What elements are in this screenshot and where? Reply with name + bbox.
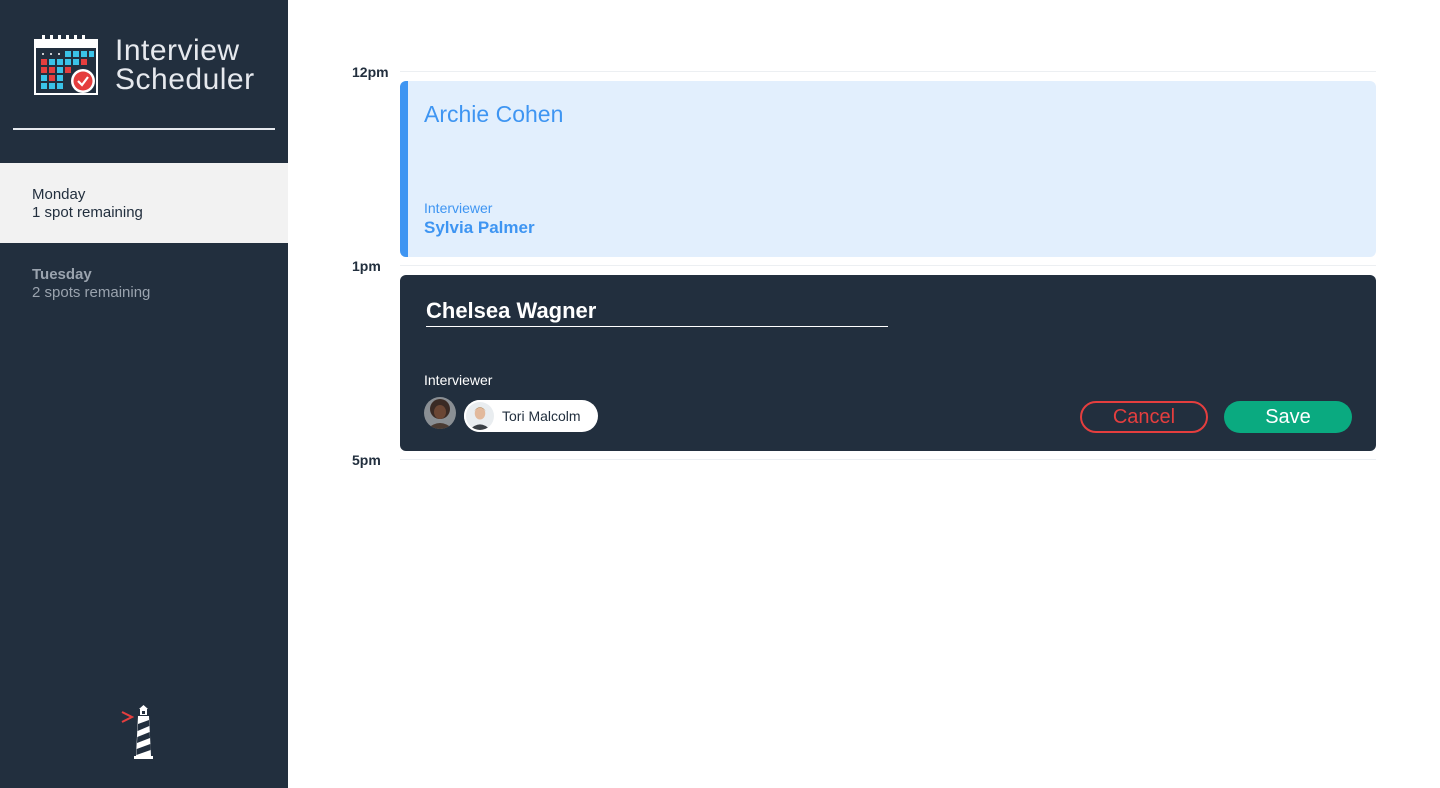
day-spots: 1 spot remaining <box>32 204 143 221</box>
appointment-accent-bar <box>400 81 408 257</box>
time-label-5pm: 5pm <box>352 452 381 468</box>
day-item-tuesday[interactable]: Tuesday 2 spots remaining <box>0 243 288 323</box>
app-title-line1: Interview <box>115 34 240 67</box>
avatar <box>424 397 456 429</box>
schedule: 12pm Archie Cohen Interviewer Sylvia Pal… <box>288 0 1440 788</box>
interviewer-list: Tori Malcolm <box>424 397 598 434</box>
save-button[interactable]: Save <box>1224 401 1352 433</box>
app-title: Interview Scheduler <box>115 34 255 96</box>
day-name: Monday <box>32 186 86 203</box>
avatar <box>464 399 496 432</box>
sidebar: Interview Scheduler Monday 1 spot remain… <box>0 0 288 788</box>
interviewer-label: Interviewer <box>424 200 493 216</box>
appointment-form: Interviewer <box>400 275 1376 451</box>
student-name: Archie Cohen <box>424 101 564 127</box>
time-divider <box>400 459 1376 460</box>
lighthouse-logo-icon <box>121 705 153 759</box>
cancel-button[interactable]: Cancel <box>1080 401 1208 433</box>
time-label-12pm: 12pm <box>352 64 389 80</box>
interviewer-name: Sylvia Palmer <box>424 218 535 237</box>
interviewer-option-selected[interactable]: Tori Malcolm <box>464 399 598 432</box>
brand: Interview Scheduler <box>33 34 255 96</box>
sidebar-divider <box>13 128 275 130</box>
day-name: Tuesday <box>32 266 92 283</box>
time-divider <box>400 71 1376 72</box>
time-divider <box>400 265 1376 266</box>
calendar-check-icon <box>34 35 98 95</box>
interviewer-option-name: Tori Malcolm <box>502 407 581 424</box>
student-name-input[interactable] <box>426 295 888 327</box>
interviewer-list-label: Interviewer <box>424 372 493 388</box>
app-title-line2: Scheduler <box>115 63 255 96</box>
day-spots: 2 spots remaining <box>32 284 151 301</box>
day-item-monday[interactable]: Monday 1 spot remaining <box>0 163 288 243</box>
appointment-booked[interactable]: Archie Cohen Interviewer Sylvia Palmer <box>400 81 1376 257</box>
time-label-1pm: 1pm <box>352 258 381 274</box>
interviewer-option[interactable] <box>424 397 456 434</box>
app: Interview Scheduler Monday 1 spot remain… <box>0 0 1440 788</box>
